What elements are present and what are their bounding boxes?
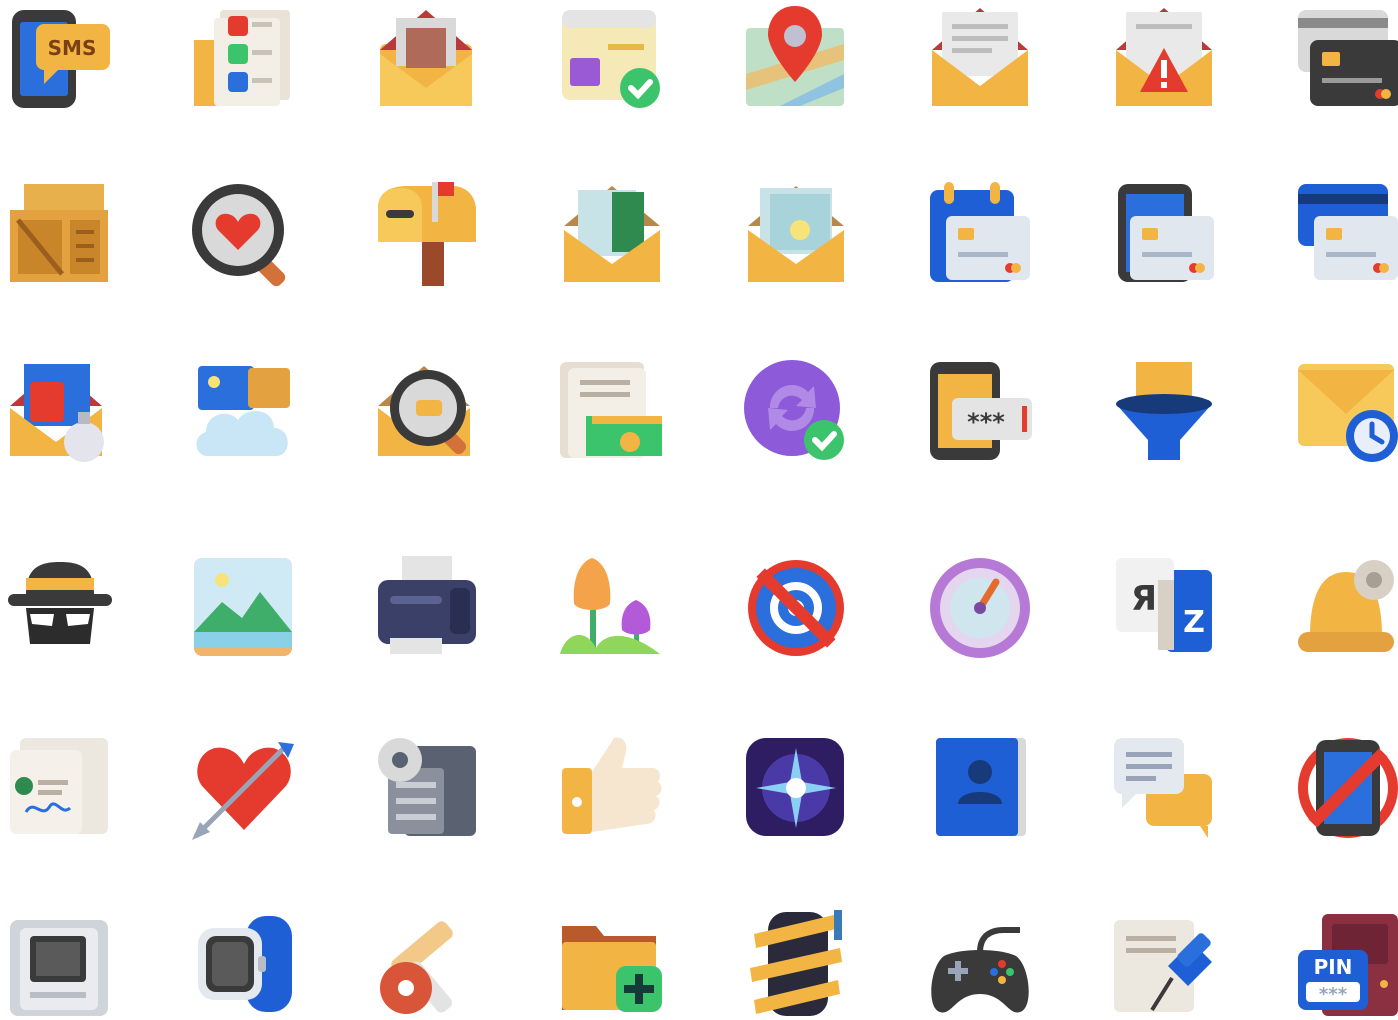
money-envelope-icon <box>556 180 668 292</box>
signed-contract-icon <box>4 732 116 844</box>
computer-case-icon <box>4 908 116 1020</box>
package-envelope-icon <box>372 4 484 116</box>
map-location-pin-icon <box>740 4 852 116</box>
letter-envelope-icon <box>924 4 1036 116</box>
credit-cards-icon <box>1292 4 1398 116</box>
server-settings-icon <box>372 732 484 844</box>
pinned-document-icon <box>1108 908 1220 1020</box>
sparkle-tile-icon <box>740 732 852 844</box>
envelope-funnel-icon <box>1108 356 1220 468</box>
add-folder-icon <box>556 908 668 1020</box>
pin-door-icon: PIN *** <box>1292 908 1398 1020</box>
tape-coil-icon <box>740 908 852 1020</box>
no-email-icon <box>740 552 852 664</box>
password-dots: *** <box>967 408 1005 436</box>
tickets-envelope-icon <box>740 180 852 292</box>
keys-icon <box>372 908 484 1020</box>
icon-grid: SMS *** Я Z PIN *** <box>0 0 1398 1020</box>
credit-card-stack-icon <box>1292 180 1398 292</box>
sync-done-icon <box>740 356 852 468</box>
heart-arrow-icon <box>188 732 300 844</box>
calendar-credit-card-icon <box>924 180 1036 292</box>
cloud-gallery-icon <box>188 356 300 468</box>
contacts-book-icon <box>924 732 1036 844</box>
translate-target-letter: Z <box>1183 605 1205 640</box>
landscape-picture-icon <box>188 552 300 664</box>
bell-settings-icon <box>1292 552 1398 664</box>
translate-icon: Я Z <box>1108 552 1220 664</box>
wooden-crates-icon <box>4 180 116 292</box>
music-attachment-envelope-icon <box>4 356 116 468</box>
heart-magnifier-icon <box>188 180 300 292</box>
playlist-document-icon <box>188 4 300 116</box>
gamepad-icon <box>924 908 1036 1020</box>
speedometer-icon <box>924 552 1036 664</box>
pin-label: PIN <box>1314 955 1353 979</box>
printer-icon <box>372 552 484 664</box>
translate-source-letter: Я <box>1131 579 1157 619</box>
warning-envelope-icon <box>1108 4 1220 116</box>
mailbox-icon <box>372 180 484 292</box>
invoice-money-icon <box>556 356 668 468</box>
approved-image-document-icon <box>556 4 668 116</box>
sms-label: SMS <box>48 36 97 60</box>
smartwatch-icon <box>188 908 300 1020</box>
phone-credit-card-icon <box>1108 180 1220 292</box>
tulips-icon <box>556 552 668 664</box>
no-phone-icon <box>1292 732 1398 844</box>
thumbs-up-icon <box>556 732 668 844</box>
scheduled-envelope-icon <box>1292 356 1398 468</box>
incognito-icon <box>4 552 116 664</box>
phone-password-icon: *** <box>924 356 1036 468</box>
chat-messages-icon <box>1108 732 1220 844</box>
search-envelope-icon <box>372 356 484 468</box>
sms-phone-icon: SMS <box>4 4 116 116</box>
pin-stars: *** <box>1319 984 1348 1005</box>
